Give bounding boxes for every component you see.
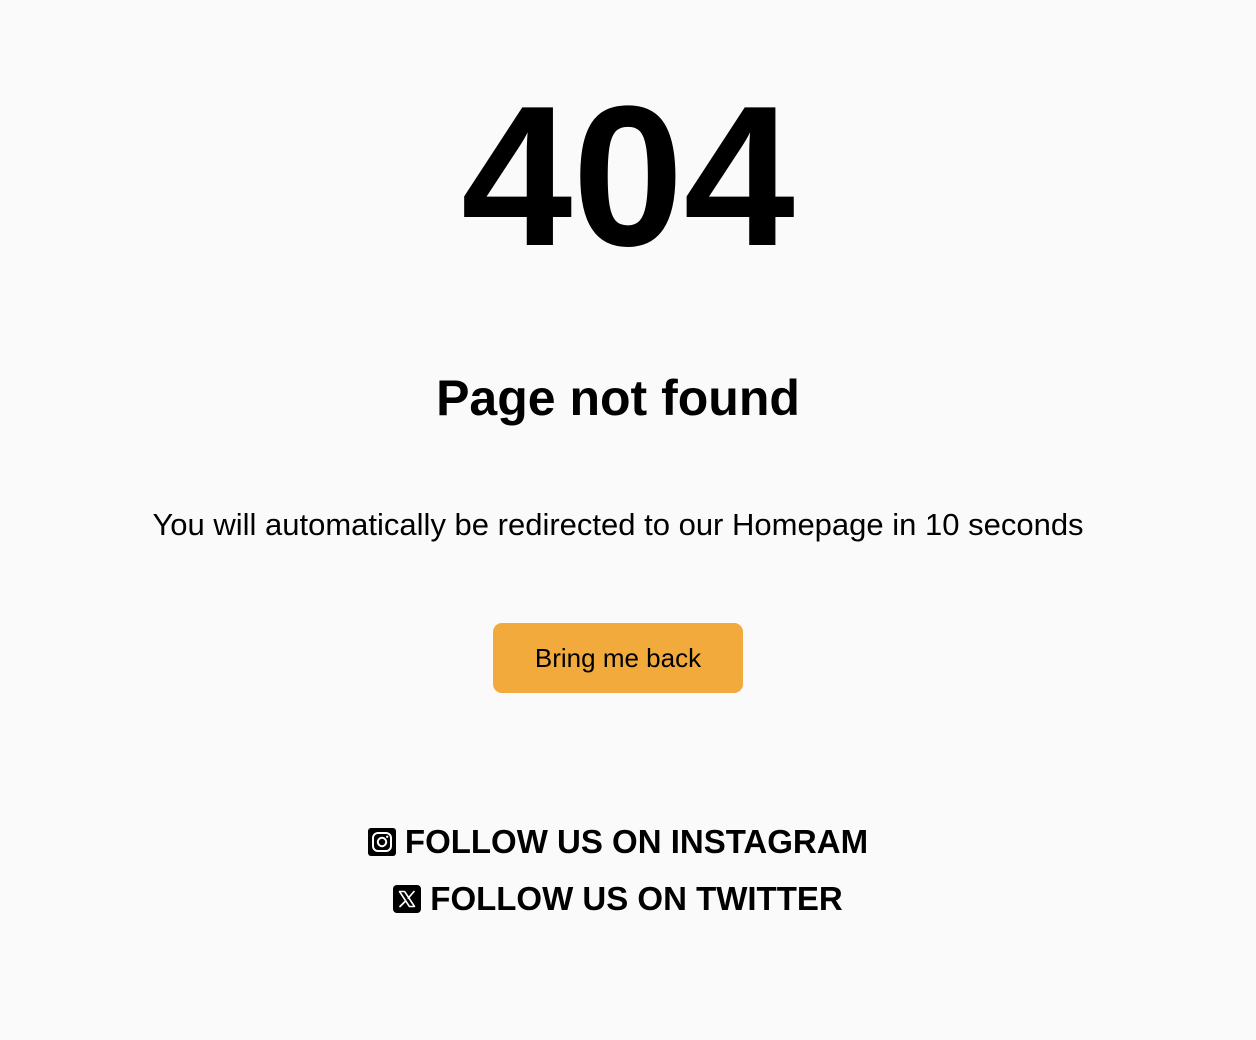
- bring-me-back-button[interactable]: Bring me back: [493, 623, 743, 693]
- instagram-link[interactable]: FOLLOW US ON INSTAGRAM: [0, 822, 1236, 862]
- not-found-page: 404 Page not found You will automaticall…: [0, 0, 1256, 1040]
- twitter-link[interactable]: FOLLOW US ON TWITTER: [0, 879, 1236, 919]
- error-code: 404: [461, 65, 795, 288]
- page-title: Page not found: [436, 370, 800, 426]
- twitter-link-label: FOLLOW US ON TWITTER: [430, 880, 843, 917]
- instagram-icon: [367, 828, 396, 856]
- x-twitter-icon: [393, 885, 422, 913]
- redirect-message: You will automatically be redirected to …: [152, 507, 1084, 542]
- instagram-link-label: FOLLOW US ON INSTAGRAM: [404, 823, 869, 860]
